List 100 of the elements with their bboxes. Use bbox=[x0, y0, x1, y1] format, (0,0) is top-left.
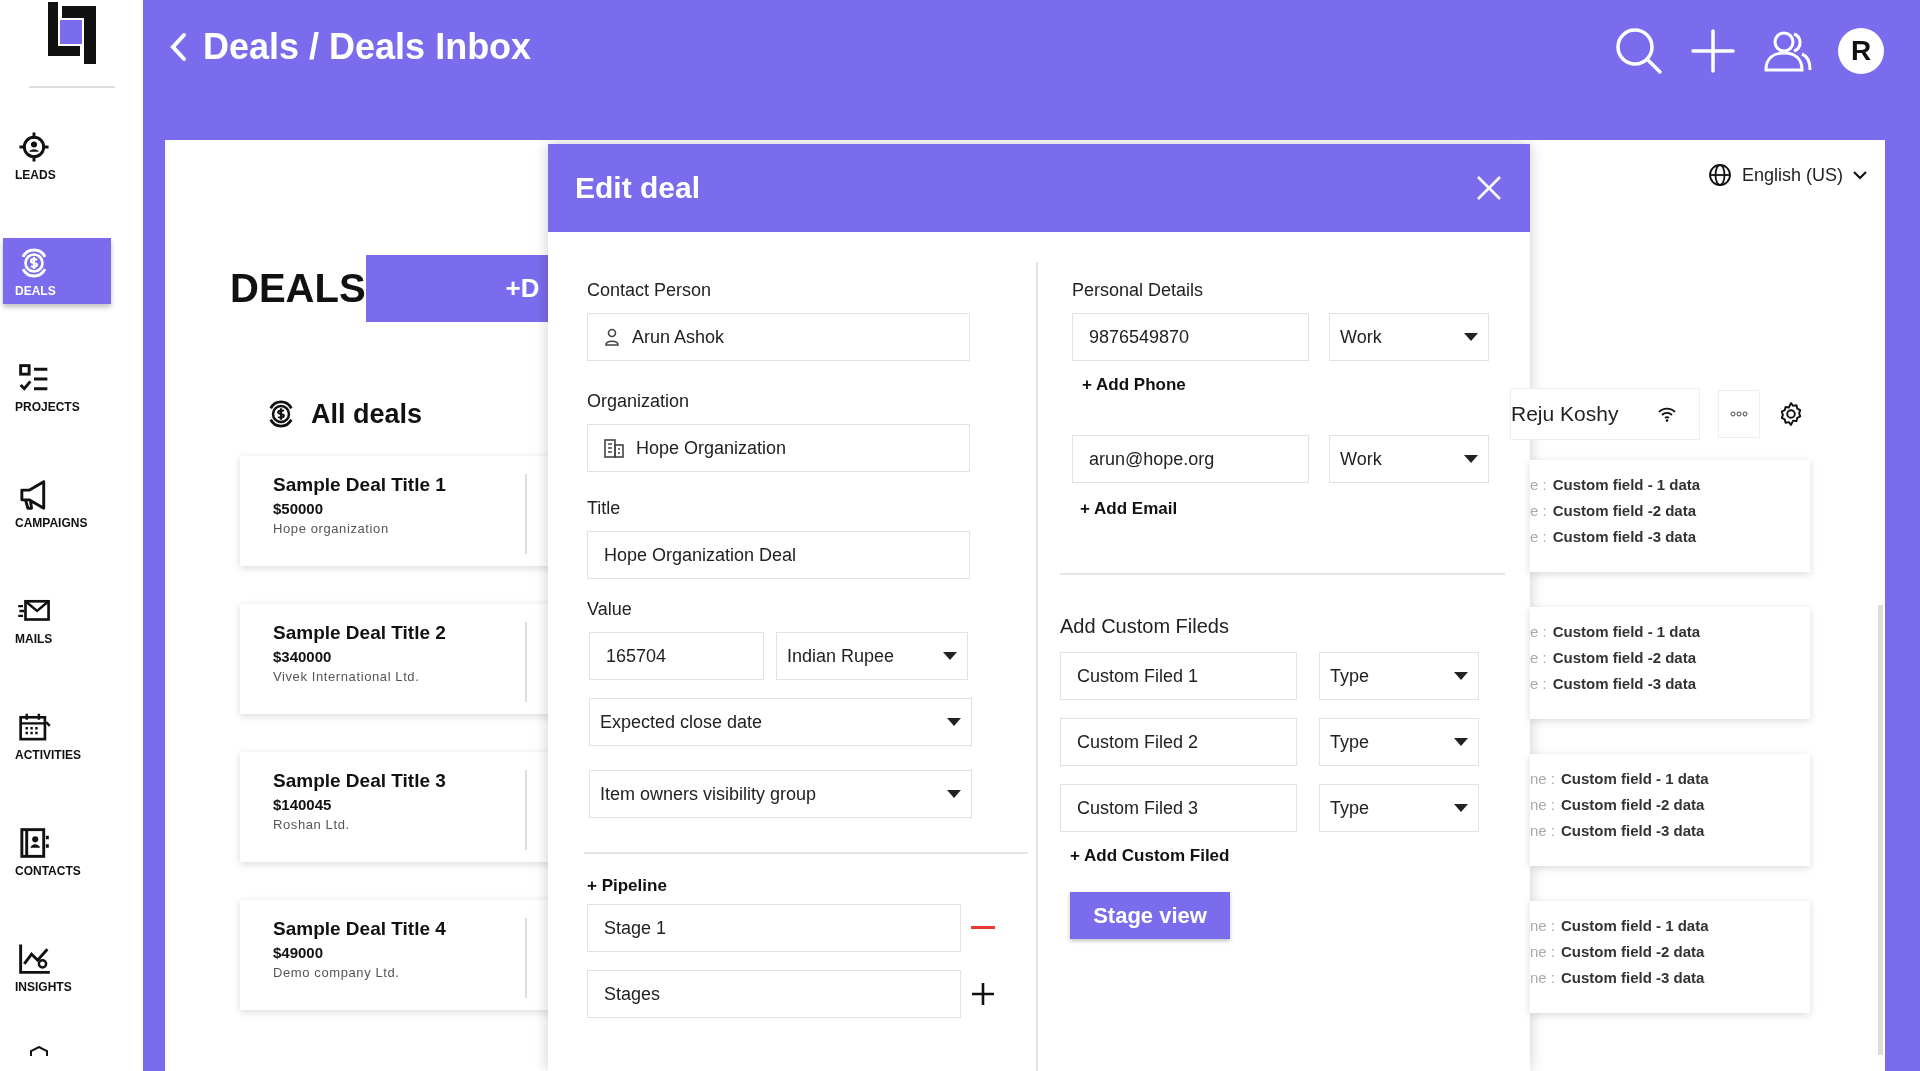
logo-icon bbox=[47, 2, 96, 64]
field-name: e : bbox=[1530, 502, 1547, 519]
field-name: e : bbox=[1530, 675, 1547, 692]
list-title: All deals bbox=[311, 398, 423, 430]
deal-title: Sample Deal Title 2 bbox=[273, 622, 447, 644]
field-label: Value bbox=[587, 599, 633, 620]
email-field[interactable]: arun@hope.org bbox=[1072, 435, 1309, 483]
field-name: ne : bbox=[1530, 943, 1556, 960]
sidebar-item[interactable]: INSIGHTS bbox=[3, 934, 111, 1000]
dropdown-caret-icon bbox=[947, 718, 961, 726]
sidebar-item[interactable]: CONTACTS bbox=[3, 818, 111, 884]
box-icon bbox=[28, 1046, 50, 1056]
field-value: Custom field -3 data bbox=[1561, 822, 1705, 839]
deal-card[interactable]: Sample Deal Title 4 $49000 Demo company Ltd. bbox=[240, 900, 548, 1010]
field-value: Custom field -2 data bbox=[1561, 943, 1705, 960]
field-value: Custom field - 1 data bbox=[1561, 917, 1709, 934]
deal-amount: $340000 bbox=[273, 648, 333, 665]
settings-icon[interactable] bbox=[1778, 401, 1804, 427]
deal-card[interactable]: Sample Deal Title 1 $50000 Hope organization bbox=[240, 456, 548, 566]
remove-icon[interactable] bbox=[971, 926, 995, 930]
field-name: e : bbox=[1530, 623, 1547, 640]
deal-organization: Roshan Ltd. bbox=[273, 817, 351, 832]
dropdown-caret-icon bbox=[1464, 455, 1478, 463]
contact-field[interactable]: Arun Ashok bbox=[587, 313, 970, 361]
deal-amount: $49000 bbox=[273, 944, 325, 961]
sidebar-item[interactable]: PROJECTS bbox=[3, 354, 111, 420]
language-selector[interactable]: English (US) bbox=[1701, 162, 1873, 188]
scrollbar[interactable] bbox=[1878, 605, 1883, 1055]
add-pipeline-link[interactable]: + Pipeline bbox=[587, 876, 998, 896]
dialog-title: Edit deal bbox=[575, 171, 701, 205]
sidebar-item[interactable]: LEADS bbox=[3, 122, 111, 188]
sidebar-item[interactable]: DEALS bbox=[3, 238, 111, 304]
sidebar-item[interactable]: ACTIVITIES bbox=[3, 702, 111, 768]
currency-dropdown[interactable]: Indian Rupee bbox=[776, 632, 968, 680]
organization-field[interactable]: Hope Organization bbox=[587, 424, 970, 472]
field-name: ne : bbox=[1530, 969, 1556, 986]
custom-field[interactable]: Custom Filed 1 bbox=[1060, 652, 1297, 700]
date-dropdown[interactable]: Expected close date bbox=[589, 698, 972, 746]
building-icon bbox=[604, 438, 624, 458]
field-value: Custom field -3 data bbox=[1561, 969, 1705, 986]
field-value: Custom field - 1 data bbox=[1552, 623, 1701, 640]
globe-icon bbox=[1707, 163, 1732, 187]
stage-field[interactable]: Stages bbox=[587, 970, 961, 1018]
field-name: ne : bbox=[1530, 917, 1556, 934]
dropdown-caret-icon bbox=[1454, 672, 1468, 680]
field-name: ne : bbox=[1530, 770, 1556, 787]
add-deal-button[interactable]: +D bbox=[365, 255, 548, 322]
owner-filter[interactable]: Reju Koshy bbox=[1510, 388, 1700, 440]
field-label: Personal Details bbox=[1072, 280, 1205, 301]
section-heading: DEALS bbox=[230, 266, 366, 311]
dropdown-caret-icon bbox=[1454, 804, 1468, 812]
dropdown-caret-icon bbox=[943, 652, 957, 660]
deal-organization: Vivek International Ltd. bbox=[273, 669, 421, 684]
visibility-dropdown[interactable]: Item owners visibility group bbox=[589, 770, 972, 818]
dropdown-caret-icon bbox=[947, 790, 961, 798]
stage-view-button[interactable]: Stage view bbox=[1070, 892, 1230, 939]
title-field[interactable]: Hope Organization Deal bbox=[587, 531, 970, 579]
add-custom-field-link[interactable]: + Add Custom Filed bbox=[1070, 846, 1505, 866]
field-name: e : bbox=[1530, 476, 1547, 493]
stage-field[interactable]: Stage 1 bbox=[587, 904, 961, 952]
search-icon[interactable] bbox=[1614, 26, 1664, 76]
dots-icon bbox=[1730, 411, 1748, 417]
deal-amount: $50000 bbox=[273, 500, 325, 517]
field-name: e : bbox=[1530, 649, 1547, 666]
deal-organization: Hope organization bbox=[273, 521, 390, 536]
page-title: Deals / Deals Inbox bbox=[203, 26, 532, 68]
section-title: Add Custom Fileds bbox=[1060, 615, 1230, 638]
type-dropdown[interactable]: Type bbox=[1319, 652, 1479, 700]
wifi-icon bbox=[1657, 406, 1677, 422]
deal-amount: $140045 bbox=[273, 796, 333, 813]
sidebar-item[interactable]: CAMPAIGNS bbox=[3, 470, 111, 536]
target-icon bbox=[17, 130, 51, 164]
add-email-link[interactable]: + Add Email bbox=[1080, 499, 1505, 519]
phone-field[interactable]: 9876549870 bbox=[1072, 313, 1309, 361]
type-dropdown[interactable]: Type bbox=[1319, 718, 1479, 766]
sidebar-item[interactable]: MAILS bbox=[3, 586, 111, 652]
type-dropdown[interactable]: Work bbox=[1329, 435, 1489, 483]
deal-card[interactable]: Sample Deal Title 3 $140045 Roshan Ltd. bbox=[240, 752, 548, 862]
field-value: Custom field -3 data bbox=[1552, 528, 1697, 545]
field-value: Custom field - 1 data bbox=[1561, 770, 1709, 787]
dropdown-caret-icon bbox=[1464, 333, 1478, 341]
person-icon bbox=[604, 328, 620, 346]
type-dropdown[interactable]: Work bbox=[1329, 313, 1489, 361]
custom-field[interactable]: Custom Filed 3 bbox=[1060, 784, 1297, 832]
type-dropdown[interactable]: Type bbox=[1319, 784, 1479, 832]
add-phone-link[interactable]: + Add Phone bbox=[1082, 375, 1505, 395]
field-value: Custom field -3 data bbox=[1552, 675, 1697, 692]
chart-icon bbox=[17, 942, 51, 976]
field-value: Custom field - 1 data bbox=[1552, 476, 1701, 493]
chevron-down-icon bbox=[1853, 170, 1867, 180]
custom-field[interactable]: Custom Filed 2 bbox=[1060, 718, 1297, 766]
field-label: Organization bbox=[587, 391, 691, 412]
deal-title: Sample Deal Title 1 bbox=[273, 474, 447, 496]
amount-field[interactable]: 165704 bbox=[589, 632, 764, 680]
plus-icon[interactable] bbox=[971, 982, 995, 1006]
field-label: Title bbox=[587, 498, 622, 519]
deal-card[interactable]: Sample Deal Title 2 $340000 Vivek International Ltd. bbox=[240, 604, 548, 714]
avatar[interactable]: R bbox=[1838, 28, 1884, 74]
field-value: Custom field -2 data bbox=[1561, 796, 1705, 813]
dropdown-caret-icon bbox=[1454, 738, 1468, 746]
